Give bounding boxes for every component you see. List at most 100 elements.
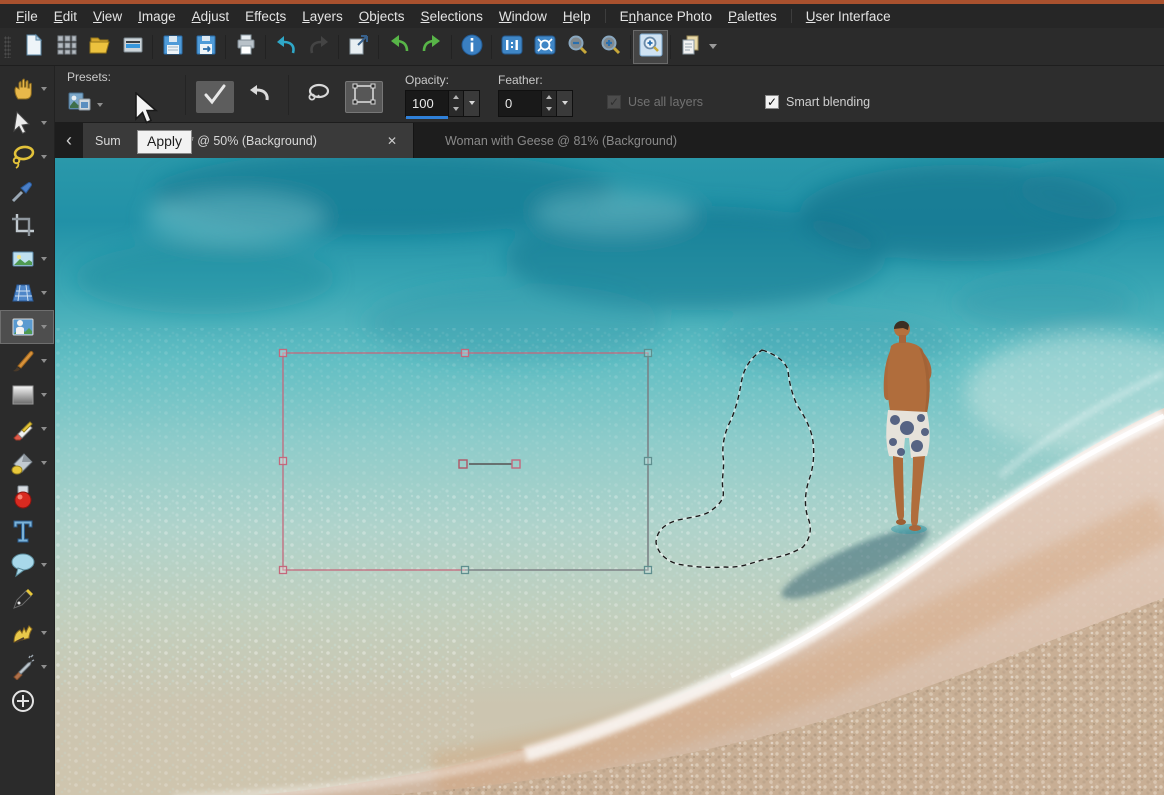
feather-input[interactable]: 0 (498, 90, 542, 117)
dropper-tool[interactable] (0, 174, 54, 208)
flyout-caret-icon[interactable] (41, 325, 47, 329)
menu-image[interactable]: Image (130, 7, 184, 26)
menu-window[interactable]: Window (491, 7, 555, 26)
flyout-caret-icon[interactable] (41, 87, 47, 91)
flyout-caret-icon[interactable] (41, 393, 47, 397)
paint-brush-tool-icon (9, 347, 37, 375)
opacity-stepper[interactable] (449, 90, 464, 117)
clone-object-remover-tool[interactable] (0, 310, 54, 344)
clone-object-remover-tool-icon (9, 313, 37, 341)
menu-selections[interactable]: Selections (413, 7, 491, 26)
perspective-tool[interactable] (0, 276, 54, 310)
menu-enhance-photo[interactable]: Enhance Photo (612, 7, 720, 26)
toolbar-grip[interactable] (4, 36, 11, 58)
feather-stepper[interactable] (542, 90, 557, 117)
feather-slider-dropdown[interactable] (557, 90, 573, 117)
opacity-slider-fill (406, 116, 448, 119)
scroll-tabs-left-button[interactable]: ‹ (55, 123, 83, 158)
text-tool[interactable] (0, 514, 54, 548)
zoom-in-button[interactable] (594, 31, 627, 63)
opacity-slider-dropdown[interactable] (464, 90, 480, 117)
redo-button[interactable] (302, 31, 335, 63)
flyout-caret-icon[interactable] (41, 427, 47, 431)
save-as-button[interactable] (189, 31, 222, 63)
send-share-button[interactable] (342, 31, 375, 63)
opacity-input[interactable]: 100 (405, 90, 449, 117)
selection-lasso-tool[interactable] (0, 140, 54, 174)
red-eye-tool[interactable] (0, 480, 54, 514)
flyout-caret-icon[interactable] (41, 461, 47, 465)
canvas-area[interactable] (55, 158, 1164, 795)
dual-view-button[interactable] (674, 31, 707, 63)
rectangle-selection-mode-button[interactable] (345, 81, 383, 113)
flyout-caret-icon[interactable] (41, 631, 47, 635)
flyout-caret-icon[interactable] (41, 359, 47, 363)
new-image-button[interactable] (17, 31, 50, 63)
toolbar-separator (152, 35, 153, 59)
menu-help[interactable]: Help (555, 7, 599, 26)
flood-fill-tool[interactable] (0, 446, 54, 480)
history-undo-button[interactable] (382, 31, 415, 63)
smart-blending-checkbox[interactable]: ✓ Smart blending (765, 95, 870, 109)
options-separator (185, 75, 186, 115)
flyout-caret-icon[interactable] (41, 291, 47, 295)
tab-active-document[interactable]: Sum day* @ 50% (Background) ✕ (83, 123, 413, 158)
image-information-button[interactable] (455, 31, 488, 63)
close-tab-icon[interactable]: ✕ (383, 132, 401, 150)
add-tool[interactable] (0, 684, 54, 718)
fit-to-window-button[interactable] (528, 31, 561, 63)
menu-objects[interactable]: Objects (351, 7, 413, 26)
save-icon (161, 33, 185, 60)
flyout-caret-icon[interactable] (41, 257, 47, 261)
discard-button[interactable] (240, 81, 278, 113)
menu-edit[interactable]: Edit (46, 7, 85, 26)
scan-acquire-button[interactable] (116, 31, 149, 63)
zoom-tool-button[interactable] (634, 31, 667, 63)
tab-woman-with-geese[interactable]: Woman with Geese @ 81% (Background) (413, 123, 708, 158)
menu-adjust[interactable]: Adjust (184, 7, 238, 26)
zoom-actual-size-icon (500, 33, 524, 60)
toolbar-separator (225, 35, 226, 59)
freehand-selection-mode-button[interactable] (299, 81, 337, 113)
pan-tool[interactable] (0, 72, 54, 106)
flyout-caret-icon[interactable] (41, 665, 47, 669)
save-as-icon (194, 33, 218, 60)
document-tab-bar: ‹ Sum day* @ 50% (Background) ✕ Woman wi… (55, 123, 1164, 158)
pen-tool[interactable] (0, 582, 54, 616)
zoom-actual-size-button[interactable] (495, 31, 528, 63)
menu-user-interface[interactable]: User Interface (798, 7, 899, 26)
airbrush-tool[interactable] (0, 650, 54, 684)
menu-effects[interactable]: Effects (237, 7, 294, 26)
undo-button[interactable] (269, 31, 302, 63)
straighten-tool-icon (9, 245, 37, 273)
menu-palettes[interactable]: Palettes (720, 7, 785, 26)
toolbar-separator (378, 35, 379, 59)
pick-tool[interactable] (0, 106, 54, 140)
apply-button[interactable] (196, 81, 234, 113)
paint-brush-tool[interactable] (0, 344, 54, 378)
crop-tool[interactable] (0, 208, 54, 242)
gradient-tool[interactable] (0, 378, 54, 412)
open-file-button[interactable] (83, 31, 116, 63)
photo-canvas[interactable] (55, 158, 1164, 795)
save-button[interactable] (156, 31, 189, 63)
menu-file[interactable]: File (8, 7, 46, 26)
history-redo-button[interactable] (415, 31, 448, 63)
menu-view[interactable]: View (85, 7, 130, 26)
callout-tool[interactable] (0, 548, 54, 582)
straighten-tool[interactable] (0, 242, 54, 276)
print-button[interactable] (229, 31, 262, 63)
zoom-tool-icon (639, 33, 663, 60)
warp-brush-tool[interactable] (0, 616, 54, 650)
menu-layers[interactable]: Layers (294, 7, 351, 26)
eraser-tool[interactable] (0, 412, 54, 446)
zoom-out-button[interactable] (561, 31, 594, 63)
browse-images-button[interactable] (50, 31, 83, 63)
presets-dropdown-button[interactable] (67, 90, 175, 119)
toolbar-separator (265, 35, 266, 59)
tool-options-bar: Presets: (55, 66, 1164, 123)
chevron-down-icon[interactable] (709, 44, 717, 49)
flyout-caret-icon[interactable] (41, 563, 47, 567)
flyout-caret-icon[interactable] (41, 121, 47, 125)
flyout-caret-icon[interactable] (41, 155, 47, 159)
